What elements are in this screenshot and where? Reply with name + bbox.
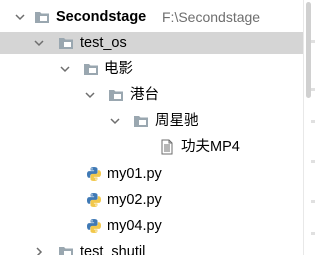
gutter-mark xyxy=(311,40,315,43)
tree-row-secondstage[interactable]: Secondstage F:\Secondstage xyxy=(0,6,303,28)
tree-label-kungfu-file: 功夫MP4 xyxy=(181,139,240,155)
gutter-mark xyxy=(311,160,315,163)
tree-row-my02-py[interactable]: my02.py xyxy=(0,189,303,211)
python-file-icon xyxy=(86,192,102,208)
chevron-down-icon[interactable] xyxy=(31,32,47,54)
tree-row-hongkong[interactable]: 港台 xyxy=(0,84,303,106)
folder-icon xyxy=(58,35,74,51)
gutter-mark xyxy=(311,120,315,123)
tree-row-my04-py[interactable]: my04.py xyxy=(0,215,303,237)
folder-icon xyxy=(34,9,50,25)
tree-label-test-os: test_os xyxy=(80,35,127,51)
tree-row-movies[interactable]: 电影 xyxy=(0,58,303,80)
gutter-mark xyxy=(311,88,315,91)
tree-label-my01-py: my01.py xyxy=(107,166,162,182)
tree-label-my04-py: my04.py xyxy=(107,218,162,234)
scrollbar-thumb[interactable] xyxy=(306,2,311,98)
python-file-icon xyxy=(86,166,102,182)
gutter-mark xyxy=(311,232,315,235)
tree-label-hongkong: 港台 xyxy=(130,87,159,103)
folder-icon xyxy=(133,113,149,129)
tree-row-my01-py[interactable]: my01.py xyxy=(0,163,303,185)
gutter-mark xyxy=(311,200,315,203)
text-file-icon xyxy=(159,139,175,155)
tree-label-test-shutil: test_shutil xyxy=(80,244,146,255)
chevron-down-icon[interactable] xyxy=(12,6,28,28)
tree-row-kungfu-file[interactable]: 功夫MP4 xyxy=(0,136,303,158)
tree-label-movies: 电影 xyxy=(104,61,133,77)
tree-row-test-shutil[interactable]: test_shutil xyxy=(0,241,303,255)
tree-label-secondstage: Secondstage xyxy=(56,9,147,25)
chevron-right-icon[interactable] xyxy=(31,241,47,255)
project-path: F:\Secondstage xyxy=(162,9,261,25)
folder-icon xyxy=(108,87,124,103)
folder-icon xyxy=(83,61,99,77)
tree-row-zhouxingchi[interactable]: 周星驰 xyxy=(0,110,303,132)
python-file-icon xyxy=(86,218,102,234)
tree-label-zhouxingchi: 周星驰 xyxy=(155,113,199,129)
folder-icon xyxy=(58,244,74,255)
tree-label-my02-py: my02.py xyxy=(107,192,162,208)
chevron-down-icon[interactable] xyxy=(107,110,123,132)
chevron-down-icon[interactable] xyxy=(82,84,98,106)
chevron-down-icon[interactable] xyxy=(57,58,73,80)
project-tree: Secondstage F:\Secondstage test_os 电影 港台 xyxy=(0,0,303,255)
vertical-scrollbar[interactable] xyxy=(303,0,323,255)
tree-row-test-os[interactable]: test_os xyxy=(0,32,303,54)
